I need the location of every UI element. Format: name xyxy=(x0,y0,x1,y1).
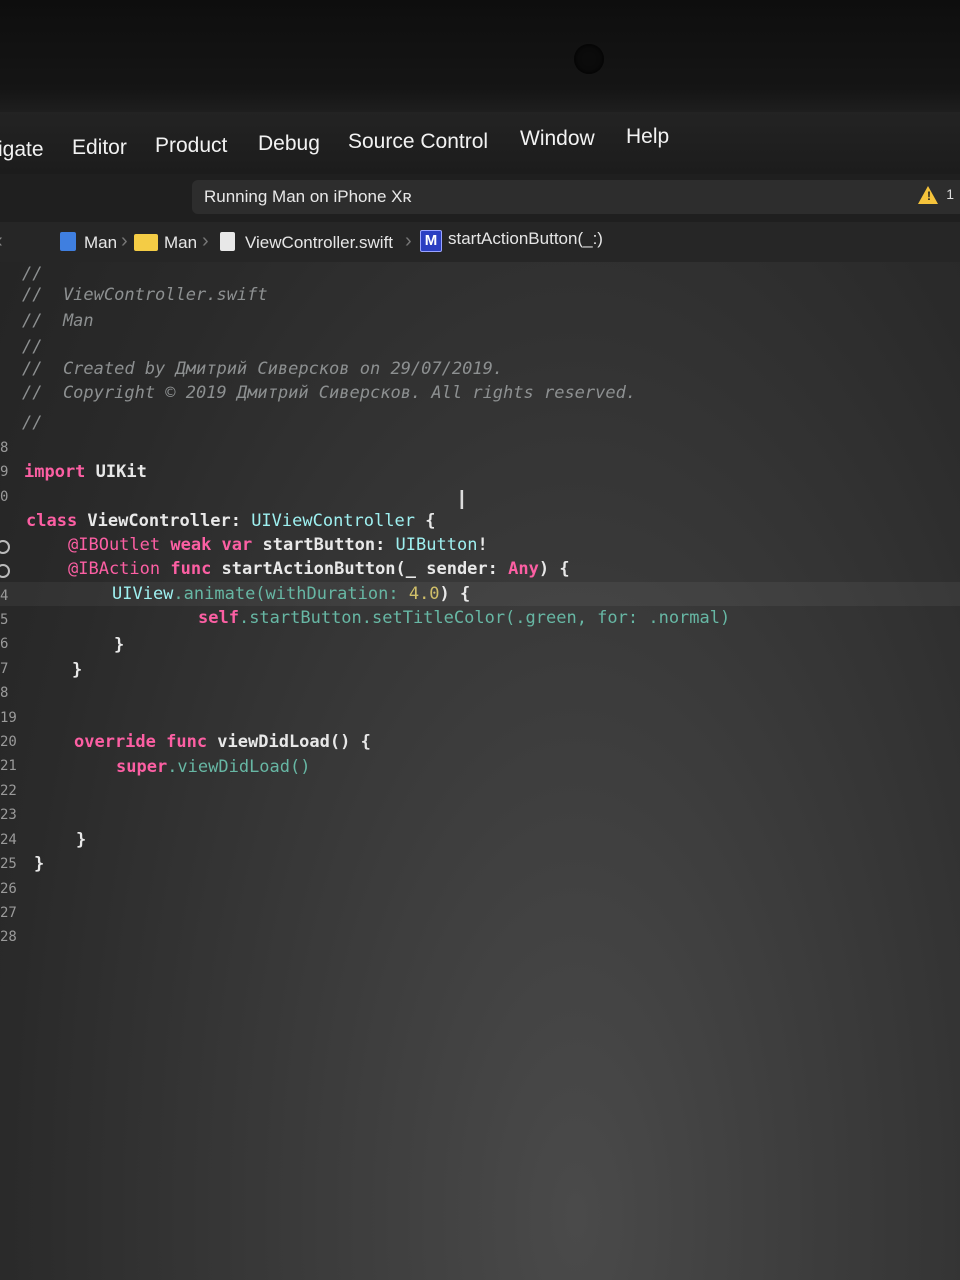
line-number: 6 xyxy=(0,636,9,652)
jumpbar-separator: › xyxy=(121,230,128,252)
brace: ) { xyxy=(439,584,471,604)
class-name: ViewController: xyxy=(77,511,252,531)
jumpbar-project[interactable]: Man xyxy=(84,233,117,253)
code-comment: // Man xyxy=(22,311,94,331)
property-name: startButton: xyxy=(252,535,396,555)
jumpbar-separator: › xyxy=(202,230,209,252)
jumpbar-symbol[interactable]: startActionButton(_:) xyxy=(448,229,603,249)
method-call: .startButton.setTitleColor(.green, for: … xyxy=(238,608,731,628)
line-number: 25 xyxy=(0,856,17,872)
code-comment: // xyxy=(22,264,43,284)
method-call: .animate(withDuration: xyxy=(173,584,409,604)
code-line-class: class ViewController: UIViewController { xyxy=(26,511,435,531)
line-number: 4 xyxy=(0,588,9,604)
line-number: 9 xyxy=(0,464,9,480)
attribute: @IBAction xyxy=(68,559,161,579)
method-call: .viewDidLoad() xyxy=(167,757,311,777)
line-number: 20 xyxy=(0,734,17,750)
code-line-super: super.viewDidLoad() xyxy=(116,757,310,777)
line-number: 7 xyxy=(0,661,9,677)
method-icon: M xyxy=(420,230,442,252)
action-connection-icon[interactable] xyxy=(0,564,10,578)
line-number: 0 xyxy=(0,489,9,505)
brace: { xyxy=(414,511,436,531)
code-line-action: @IBAction func startActionButton(_ sende… xyxy=(68,559,570,579)
keyword: self xyxy=(198,608,239,628)
jump-bar: ‹ Man › Man › ViewController.swift › M s… xyxy=(0,222,960,262)
code-line-import: import UIKit xyxy=(24,462,147,482)
menu-source-control[interactable]: Source Control xyxy=(348,130,488,154)
keyword: super xyxy=(116,757,168,777)
line-number: 5 xyxy=(0,612,9,628)
module-name: UIKit xyxy=(85,462,147,482)
menu-editor[interactable]: Editor xyxy=(72,136,127,160)
swift-file-icon xyxy=(220,232,235,251)
line-number: 28 xyxy=(0,929,17,945)
line-number: 21 xyxy=(0,758,17,774)
keyword: weak var xyxy=(160,535,253,555)
project-icon xyxy=(60,232,76,251)
menu-help[interactable]: Help xyxy=(626,125,669,149)
ibeam-cursor-icon: I xyxy=(458,486,466,516)
menu-navigate[interactable]: igate xyxy=(0,138,44,162)
activity-status: Running Man on iPhone Xʀ xyxy=(204,187,412,206)
jumpbar-group[interactable]: Man xyxy=(164,233,197,253)
source-editor[interactable]: 8 9 0 4 5 6 7 8 19 20 21 22 23 24 25 26 … xyxy=(0,262,960,1280)
menu-product[interactable]: Product xyxy=(155,134,227,158)
camera-icon xyxy=(574,44,604,74)
punctuation: ! xyxy=(477,535,488,555)
keyword: override func xyxy=(74,732,208,752)
screen-bezel xyxy=(0,0,960,112)
keyword: func xyxy=(160,559,212,579)
type-name: UIViewController xyxy=(251,511,415,531)
activity-view[interactable]: Running Man on iPhone Xʀ ! 1 xyxy=(192,180,960,214)
code-line-settitlecolor: self.startButton.setTitleColor(.green, f… xyxy=(198,608,730,628)
line-number: 19 xyxy=(0,710,17,726)
line-number: 24 xyxy=(0,832,17,848)
code-comment: // Created by Дмитрий Сиверсков on 29/07… xyxy=(22,359,504,379)
line-number: 26 xyxy=(0,881,17,897)
code-brace: } xyxy=(76,830,87,850)
menu-window[interactable]: Window xyxy=(520,127,595,151)
attribute: @IBOutlet xyxy=(68,535,161,555)
outlet-connection-icon[interactable] xyxy=(0,540,10,554)
function-signature: startActionButton(_ sender: xyxy=(211,559,509,579)
code-line-animate: UIView.animate(withDuration: 4.0) { xyxy=(112,584,470,604)
warning-count: 1 xyxy=(946,186,954,202)
code-comment: // xyxy=(22,337,43,357)
warning-mark: ! xyxy=(927,189,931,203)
keyword: class xyxy=(26,511,78,531)
line-number: 8 xyxy=(0,685,9,701)
code-line-override: override func viewDidLoad() { xyxy=(74,732,371,752)
code-brace: } xyxy=(34,854,45,874)
jumpbar-file[interactable]: ViewController.swift xyxy=(245,233,393,253)
jumpbar-separator: › xyxy=(405,230,412,252)
folder-icon xyxy=(134,234,158,251)
keyword: import xyxy=(24,462,86,482)
number-literal: 4.0 xyxy=(408,584,440,604)
code-brace: } xyxy=(114,635,125,655)
code-line-outlet: @IBOutlet weak var startButton: UIButton… xyxy=(68,535,488,555)
type-name: UIButton xyxy=(395,535,478,555)
back-arrow-icon[interactable]: ‹ xyxy=(0,230,3,253)
code-comment: // ViewController.swift xyxy=(22,285,268,305)
type-name: Any xyxy=(508,559,539,579)
code-comment: // xyxy=(22,413,43,433)
function-signature: viewDidLoad() { xyxy=(207,732,371,752)
line-number: 23 xyxy=(0,807,17,823)
line-number: 8 xyxy=(0,440,9,456)
type-name: UIView xyxy=(112,584,174,604)
menu-bar: igate Editor Product Debug Source Contro… xyxy=(0,112,960,175)
brace: ) { xyxy=(538,559,570,579)
line-number: 27 xyxy=(0,905,17,921)
code-comment: // Copyright © 2019 Дмитрий Сиверсков. A… xyxy=(22,383,637,403)
menu-debug[interactable]: Debug xyxy=(258,132,320,156)
code-brace: } xyxy=(72,660,83,680)
line-number: 22 xyxy=(0,783,17,799)
